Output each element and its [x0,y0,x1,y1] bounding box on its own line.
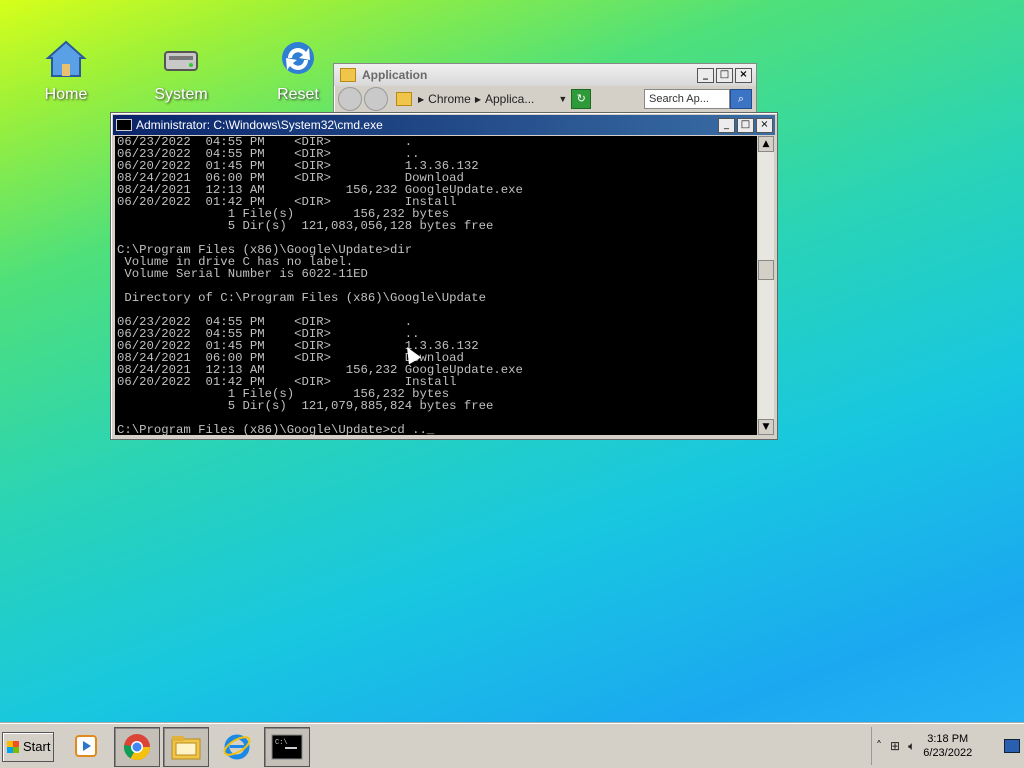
explorer-address-bar: ▶ Chrome ▶ Applica... ▼ ↻ Search Ap... ⌕ [334,86,756,112]
clock-date: 6/23/2022 [923,747,973,759]
drive-icon [159,38,203,82]
console-text: 06/23/2022 04:55 PM <DIR> . 06/23/2022 0… [117,136,523,435]
close-button[interactable]: × [735,67,752,83]
cmd-icon: C:\ [271,734,303,760]
vertical-scrollbar[interactable]: ▲ ▼ [758,136,774,435]
desktop-icon-home[interactable]: Home [21,38,111,104]
taskbar-cmd[interactable]: C:\ [264,727,310,767]
breadcrumb-application[interactable]: Applica... [485,92,534,106]
refresh-button[interactable]: ↻ [571,89,592,109]
scroll-up-button[interactable]: ▲ [758,136,774,152]
cmd-icon [116,119,132,131]
system-tray: ˄ ⊞ 🔈︎ 3:18 PM 6/23/2022 [871,727,1024,765]
taskbar-media-player[interactable] [64,727,108,765]
home-icon [44,38,88,82]
volume-icon[interactable]: 🔈︎ [908,739,915,754]
cmd-window[interactable]: Administrator: C:\Windows\System32\cmd.e… [110,112,778,440]
start-label: Start [23,739,51,754]
clock-time: 3:18 PM [927,733,969,745]
chevron-right-icon: ▶ [418,94,425,104]
internet-explorer-icon [223,734,251,760]
maximize-button[interactable]: □ [716,67,733,83]
taskbar-file-explorer[interactable] [163,727,209,767]
taskbar-chrome[interactable] [114,727,160,767]
cmd-title: Administrator: C:\Windows\System32\cmd.e… [136,118,383,132]
desktop-icon-label: System [154,86,208,103]
chevron-right-icon: ▶ [474,94,481,104]
chevron-up-icon[interactable]: ˄ [876,739,882,753]
file-explorer-icon [171,736,201,760]
desktop-icon-system[interactable]: System [136,38,226,104]
windows-logo-icon [7,741,19,753]
minimize-button[interactable]: _ [697,67,714,83]
breadcrumb-chrome[interactable]: Chrome [428,92,471,106]
start-button[interactable]: Start [2,732,54,762]
refresh-icon [276,38,320,82]
explorer-title: Application [362,68,428,82]
search-input[interactable]: Search Ap... [644,89,730,109]
media-player-icon [75,735,97,757]
folder-icon [396,92,412,106]
svg-text:C:\: C:\ [275,739,288,747]
explorer-title-bar[interactable]: Application _ □ × [334,64,756,86]
console-output[interactable]: 06/23/2022 04:55 PM <DIR> . 06/23/2022 0… [115,136,757,435]
minimize-button[interactable]: _ [718,117,735,133]
maximize-button[interactable]: □ [737,117,754,133]
search-icon[interactable]: ⌕ [730,89,752,109]
forward-button[interactable] [364,87,388,111]
desktop-icon-label: Reset [277,86,319,103]
scroll-down-button[interactable]: ▼ [758,419,774,435]
network-icon[interactable]: ⊞ [890,739,900,753]
chevron-down-icon[interactable]: ▼ [558,94,567,104]
show-desktop-icon[interactable] [1004,739,1020,753]
scroll-thumb[interactable] [758,260,774,280]
cmd-title-bar[interactable]: Administrator: C:\Windows\System32\cmd.e… [113,115,775,135]
taskbar-internet-explorer[interactable] [215,727,259,765]
close-button[interactable]: × [756,117,773,133]
chrome-icon [123,734,151,761]
desktop-icon-label: Home [44,86,88,103]
taskbar: Start C:\ ˄ ⊞ 🔈︎ 3:18 PM 6/23/2022 [0,723,1024,768]
clock[interactable]: 3:18 PM 6/23/2022 [923,732,972,760]
desktop-icon-reset[interactable]: Reset [253,38,343,104]
back-button[interactable] [338,87,362,111]
folder-icon [340,68,356,82]
